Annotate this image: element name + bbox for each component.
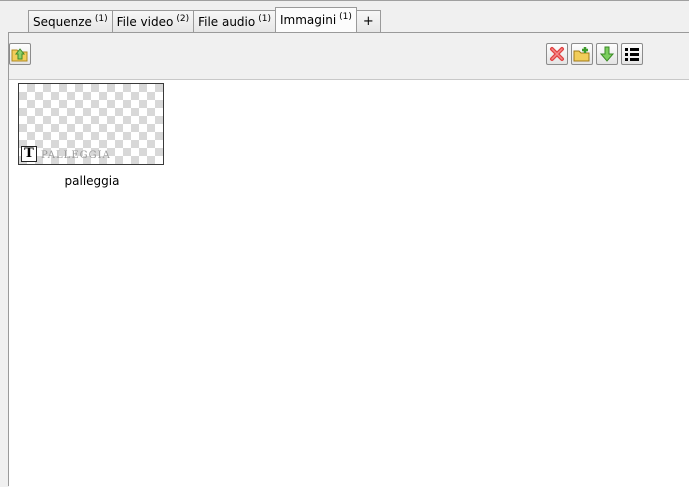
move-down-button[interactable] <box>596 43 618 65</box>
tab-immagini[interactable]: Immagini (1) <box>274 7 357 32</box>
delete-button[interactable] <box>546 43 568 65</box>
list-view-button[interactable] <box>621 43 643 65</box>
list-view-icon <box>625 48 639 61</box>
tab-file-audio[interactable]: File audio (1) <box>193 10 276 32</box>
bin-item-label: palleggia <box>64 174 120 188</box>
tab-count: (1) <box>258 13 271 24</box>
window-top-border <box>0 0 689 1</box>
plus-icon: + <box>362 14 374 29</box>
folder-up-icon <box>11 48 28 62</box>
new-folder-button[interactable] <box>571 43 593 65</box>
bin-tab-bar: Sequenze (1) File video (2) File audio (… <box>28 7 381 32</box>
bin-panel: T PALLEGGIA palleggia <box>8 32 689 487</box>
tab-sequenze[interactable]: Sequenze (1) <box>28 10 113 32</box>
add-tab-button[interactable]: + <box>355 10 381 32</box>
text-type-icon: T <box>21 146 37 162</box>
folder-up-button[interactable] <box>9 43 31 65</box>
tab-file-video[interactable]: File video (2) <box>111 10 195 32</box>
tab-count: (1) <box>94 13 108 24</box>
new-folder-icon <box>573 47 590 62</box>
tab-label: Immagini <box>279 13 337 27</box>
bin-toolbar <box>9 33 689 79</box>
tab-count: (2) <box>176 13 190 24</box>
bin-item-palleggia[interactable]: T PALLEGGIA palleggia <box>18 83 166 188</box>
red-x-icon <box>550 47 564 61</box>
image-thumbnail[interactable]: T PALLEGGIA <box>18 83 164 165</box>
thumbnail-text: PALLEGGIA <box>41 150 111 161</box>
tab-label: File audio <box>198 14 256 29</box>
tab-label: Sequenze <box>33 14 92 29</box>
tab-count: (1) <box>339 12 352 22</box>
tab-label: File video <box>116 14 174 29</box>
green-down-arrow-icon <box>599 46 615 62</box>
bin-content-area[interactable]: T PALLEGGIA palleggia <box>9 79 689 487</box>
